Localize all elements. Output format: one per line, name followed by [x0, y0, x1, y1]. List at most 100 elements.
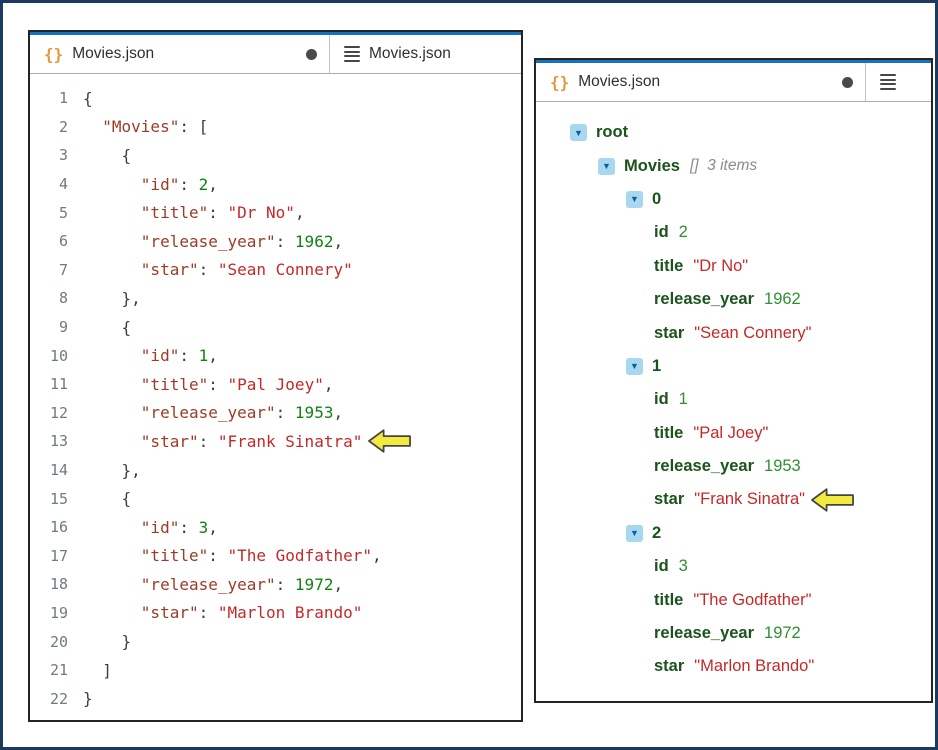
code-token: } [83, 632, 131, 651]
tree-node: title "Pal Joey" [536, 417, 931, 450]
tree-value[interactable]: "Dr No" [693, 257, 748, 276]
code-token: "star" [141, 603, 199, 622]
code-line[interactable]: 9 { [30, 313, 521, 342]
code-token: { [83, 489, 131, 508]
tree-value[interactable]: 1972 [764, 624, 801, 643]
tree-key: release_year [654, 624, 754, 643]
tree-value[interactable]: "The Godfather" [693, 591, 811, 610]
code-line[interactable]: 22} [30, 684, 521, 713]
code-token: : [ [179, 117, 208, 136]
code-line[interactable]: 16 "id": 3, [30, 513, 521, 542]
code-token: "title" [141, 546, 208, 565]
code-token: : [276, 403, 295, 422]
code-line[interactable]: 11 "title": "Pal Joey", [30, 370, 521, 399]
code-token: 3 [199, 518, 209, 537]
code-token: } [83, 689, 93, 708]
line-number: 20 [30, 633, 68, 651]
code-token [83, 518, 141, 537]
code-line[interactable]: 4 "id": 2, [30, 170, 521, 199]
tree-value[interactable]: 1962 [764, 290, 801, 309]
collapse-toggle-icon[interactable]: ▼ [626, 191, 643, 208]
code-line[interactable]: 19 "star": "Marlon Brando" [30, 599, 521, 628]
tree-node: star"Sean Connery" [536, 316, 931, 349]
modified-indicator-dot[interactable] [842, 77, 853, 88]
code-line[interactable]: 20 } [30, 627, 521, 656]
line-number: 3 [30, 146, 68, 164]
code-token [83, 603, 141, 622]
code-line[interactable]: 18 "release_year": 1972, [30, 570, 521, 599]
tab-label: Movies.json [578, 73, 660, 91]
code-line[interactable]: 15 { [30, 484, 521, 513]
tree-node: star"Marlon Brando" [536, 650, 931, 683]
modified-indicator-dot[interactable] [306, 49, 317, 60]
code-line[interactable]: 17 "title": "The Godfather", [30, 542, 521, 571]
code-text: "Movies": [ [68, 117, 208, 136]
tree-key: title [654, 424, 683, 443]
tree-value[interactable]: 3 [679, 557, 688, 576]
tab-movies-json-tree-view[interactable]: {} Movies.json [536, 60, 866, 101]
code-line[interactable]: 12 "release_year": 1953, [30, 399, 521, 428]
tree-value[interactable]: 1953 [764, 457, 801, 476]
line-number: 17 [30, 547, 68, 565]
code-line[interactable]: 3 { [30, 141, 521, 170]
code-line[interactable]: 1{ [30, 84, 521, 113]
tab-movies-json-code[interactable]: {} Movies.json [30, 32, 330, 73]
code-token: , [333, 232, 343, 251]
code-token: "release_year" [141, 575, 276, 594]
tree-value[interactable]: 2 [679, 223, 688, 242]
tree-meta: [] 3 items [690, 157, 757, 175]
code-text: }, [68, 289, 141, 308]
code-token: : [179, 175, 198, 194]
code-line[interactable]: 10 "id": 1, [30, 341, 521, 370]
code-line[interactable]: 7 "star": "Sean Connery" [30, 256, 521, 285]
json-file-icon: {} [550, 73, 569, 92]
code-editor-panel: {} Movies.json Movies.json 1{2 "Movies":… [28, 30, 523, 722]
json-tree: ▼root▼Movies[] 3 items▼0id2title"Dr No"r… [536, 102, 931, 684]
tree-value[interactable]: "Sean Connery" [694, 324, 811, 343]
code-token: "title" [141, 203, 208, 222]
tree-value[interactable]: "Marlon Brando" [694, 657, 814, 676]
tree-node: id3 [536, 550, 931, 583]
tree-key: id [654, 223, 669, 242]
code-token [83, 203, 141, 222]
code-token: "id" [141, 175, 180, 194]
code-token: 2 [199, 175, 209, 194]
code-line[interactable]: 13 "star": "Frank Sinatra" [30, 427, 521, 456]
code-line[interactable]: 14 }, [30, 456, 521, 485]
code-token: , [208, 175, 218, 194]
tab-truncated[interactable] [866, 60, 931, 101]
collapse-toggle-icon[interactable]: ▼ [626, 358, 643, 375]
tab-label: Movies.json [369, 45, 451, 63]
tree-key: release_year [654, 290, 754, 309]
code-token: : [199, 260, 218, 279]
code-token: ] [83, 661, 112, 680]
tree-key: title [654, 591, 683, 610]
collapse-toggle-icon[interactable]: ▼ [570, 124, 587, 141]
tree-key: release_year [654, 457, 754, 476]
code-text: "id": 3, [68, 518, 218, 537]
line-number: 4 [30, 175, 68, 193]
line-number: 18 [30, 575, 68, 593]
code-token: : [276, 232, 295, 251]
code-token: : [179, 518, 198, 537]
collapse-toggle-icon[interactable]: ▼ [626, 525, 643, 542]
editor-tab-bar: {} Movies.json Movies.json [30, 32, 521, 74]
code-line[interactable]: 6 "release_year": 1962, [30, 227, 521, 256]
code-token [83, 260, 141, 279]
code-line[interactable]: 8 }, [30, 284, 521, 313]
code-line[interactable]: 21 ] [30, 656, 521, 685]
tab-movies-json-tree[interactable]: Movies.json [330, 32, 521, 73]
code-line[interactable]: 5 "title": "Dr No", [30, 198, 521, 227]
code-token: 1962 [295, 232, 334, 251]
code-editor[interactable]: 1{2 "Movies": [3 {4 "id": 2,5 "title": "… [30, 74, 521, 713]
line-number: 22 [30, 690, 68, 708]
tree-value[interactable]: 1 [679, 390, 688, 409]
line-number: 2 [30, 118, 68, 136]
code-line[interactable]: 2 "Movies": [ [30, 113, 521, 142]
tree-value[interactable]: "Frank Sinatra" [694, 490, 805, 509]
code-text: } [68, 689, 93, 708]
collapse-toggle-icon[interactable]: ▼ [598, 158, 615, 175]
code-token: : [199, 432, 218, 451]
tree-value[interactable]: "Pal Joey" [693, 424, 768, 443]
code-token: , [333, 403, 343, 422]
